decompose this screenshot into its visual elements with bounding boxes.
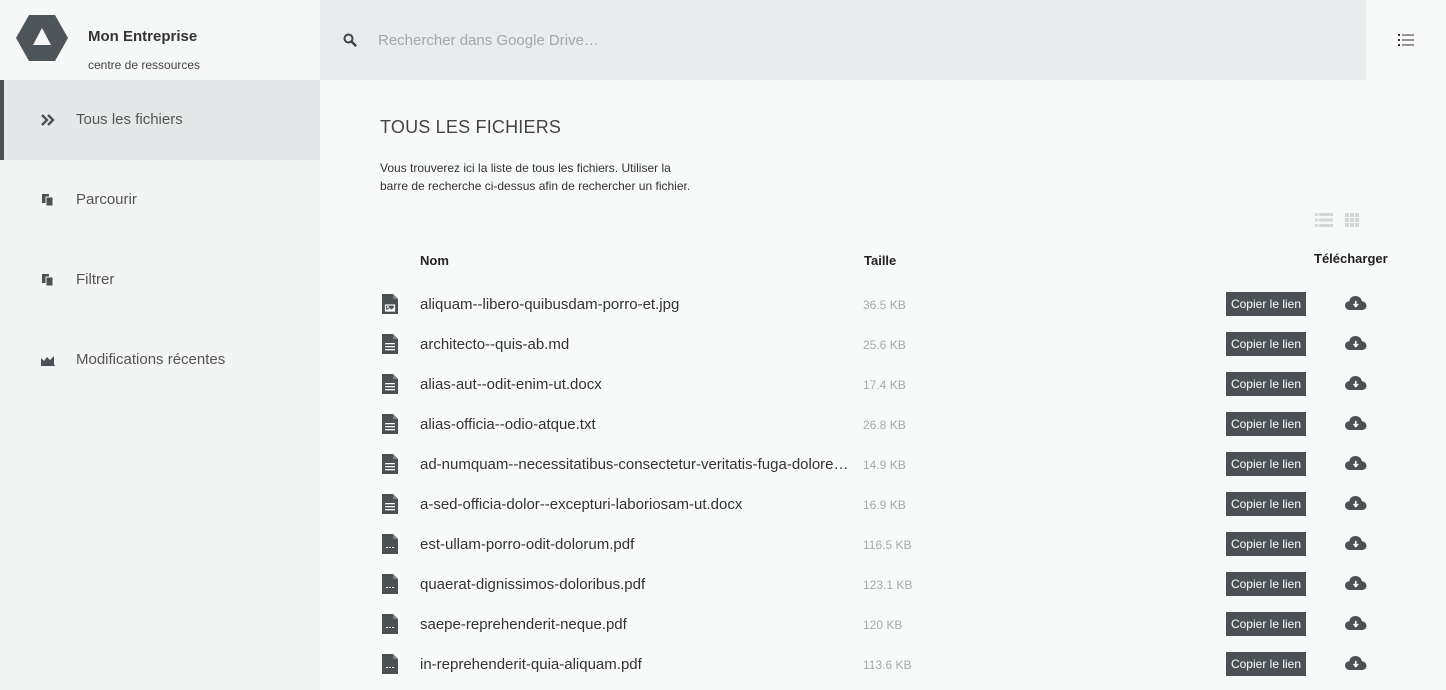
search-icon [343,33,357,47]
menu-button[interactable] [1366,0,1446,80]
file-size: 116.5 KB [863,538,912,552]
table-row: saepe-reprehenderit-neque.pdf 120 KB Copie… [320,605,1446,645]
column-header-download: Télécharger [1314,251,1388,266]
file-name-link[interactable]: quaerat-dignissimos-doloribus.pdf [420,576,860,593]
text-file-icon [382,334,398,354]
search-input[interactable] [378,26,1278,54]
copy-link-button[interactable]: Copier le lien [1226,532,1306,556]
description-line: barre de recherche ci-dessus afin de rec… [380,179,691,193]
table-row: aliquam--libero-quibusdam-porro-et.jpg 36… [320,285,1446,325]
table-row: alias-officia--odio-atque.txt 26.8 KB Copi… [320,405,1446,445]
text-file-icon [382,414,398,434]
sidebar-item-browse[interactable]: Parcourir [0,160,320,240]
file-size: 36.5 KB [863,298,906,312]
file-size: 26.8 KB [863,418,906,432]
copy-files-icon [40,272,56,288]
sidebar-item-label: Filtrer [76,271,115,288]
table-row: alias-aut--odit-enim-ut.docx 17.4 KB Copie… [320,365,1446,405]
text-file-icon [382,494,398,514]
file-size: 17.4 KB [863,378,906,392]
file-name-link[interactable]: architecto--quis-ab.md [420,336,860,353]
drive-triangle-icon [16,15,68,61]
list-view-icon[interactable] [1315,213,1333,227]
cloud-download-icon[interactable] [1345,375,1367,391]
file-size: 113.6 KB [863,658,912,672]
page-description: Vous trouverez ici la liste de tous les … [380,159,720,195]
file-name-link[interactable]: est-ullam-porro-odit-dolorum.pdf [420,536,860,553]
table-row: a-sed-officia-dolor--excepturi-laboriosa… [320,485,1446,525]
brand-title: Mon Entreprise [88,28,198,45]
copy-link-button[interactable]: Copier le lien [1226,652,1306,676]
cloud-download-icon[interactable] [1345,295,1367,311]
pdf-file-icon [382,574,398,594]
file-size: 123.1 KB [863,578,913,592]
cloud-download-icon[interactable] [1345,415,1367,431]
table-row: quaerat-dignissimos-doloribus.pdf 123.1 K… [320,565,1446,605]
file-name-link[interactable]: saepe-reprehenderit-neque.pdf [420,616,860,633]
copy-link-button[interactable]: Copier le lien [1226,572,1306,596]
copy-link-button[interactable]: Copier le lien [1226,372,1306,396]
search-bar [320,0,1366,80]
copy-files-icon [40,192,56,208]
pdf-file-icon [382,614,398,634]
description-line: Vous trouverez ici la liste de tous les … [380,161,671,175]
image-file-icon [382,294,398,314]
file-name-link[interactable]: in-reprehenderit-quia-aliquam.pdf [420,656,860,673]
file-size: 120 KB [863,618,903,632]
pdf-file-icon [382,534,398,554]
cloud-download-icon[interactable] [1345,655,1367,671]
cloud-download-icon[interactable] [1345,535,1367,551]
text-file-icon [382,454,398,474]
pdf-file-icon [382,654,398,674]
grid-view-icon[interactable] [1345,213,1359,227]
file-name-link[interactable]: a-sed-officia-dolor--excepturi-laboriosa… [420,496,860,513]
copy-link-button[interactable]: Copier le lien [1226,412,1306,436]
cloud-download-icon[interactable] [1345,455,1367,471]
copy-link-button[interactable]: Copier le lien [1226,612,1306,636]
file-size: 25.6 KB [863,338,906,352]
column-header-name[interactable]: Nom [420,253,449,268]
file-size: 16.9 KB [863,498,906,512]
copy-link-button[interactable]: Copier le lien [1226,492,1306,516]
main-content: TOUS LES FICHIERS Vous trouverez ici la … [320,80,1446,690]
double-chevron-right-icon [40,112,56,128]
column-header-size[interactable]: Taille [864,253,896,268]
text-file-icon [382,374,398,394]
file-name-link[interactable]: alias-officia--odio-atque.txt [420,416,860,433]
sidebar-item-recent-changes[interactable]: Modifications récentes [0,320,320,400]
file-name-link[interactable]: aliquam--libero-quibusdam-porro-et.jpg [420,296,860,313]
file-name-link[interactable]: ad-numquam--necessitatibus-consectetur-v… [420,456,860,473]
sidebar-item-label: Tous les fichiers [76,111,183,128]
copy-link-button[interactable]: Copier le lien [1226,332,1306,356]
file-size: 14.9 KB [863,458,906,472]
file-name-link[interactable]: alias-aut--odit-enim-ut.docx [420,376,860,393]
copy-link-button[interactable]: Copier le lien [1226,452,1306,476]
cloud-download-icon[interactable] [1345,335,1367,351]
table-row: in-reprehenderit-quia-aliquam.pdf 113.6 K… [320,645,1446,685]
sidebar-item-filter[interactable]: Filtrer [0,240,320,320]
sidebar-item-label: Modifications récentes [76,351,226,368]
brand-subtitle: centre de ressources [88,58,201,72]
table-row: est-ullam-porro-odit-dolorum.pdf 116.5 KB… [320,525,1446,565]
sidebar: Mon Entreprise centre de ressources Tous… [0,0,320,690]
table-row: architecto--quis-ab.md 25.6 KB Copier le l… [320,325,1446,365]
copy-link-button[interactable]: Copier le lien [1226,292,1306,316]
cloud-download-icon[interactable] [1345,615,1367,631]
table-row: ad-numquam--necessitatibus-consectetur-v… [320,445,1446,485]
sidebar-item-all-files[interactable]: Tous les fichiers [0,80,320,160]
sidebar-item-label: Parcourir [76,191,137,208]
page-title: TOUS LES FICHIERS [380,117,562,137]
list-menu-icon [1398,34,1414,46]
cloud-download-icon[interactable] [1345,575,1367,591]
area-chart-icon [40,352,56,368]
cloud-download-icon[interactable] [1345,495,1367,511]
brand-header: Mon Entreprise centre de ressources [0,0,320,80]
